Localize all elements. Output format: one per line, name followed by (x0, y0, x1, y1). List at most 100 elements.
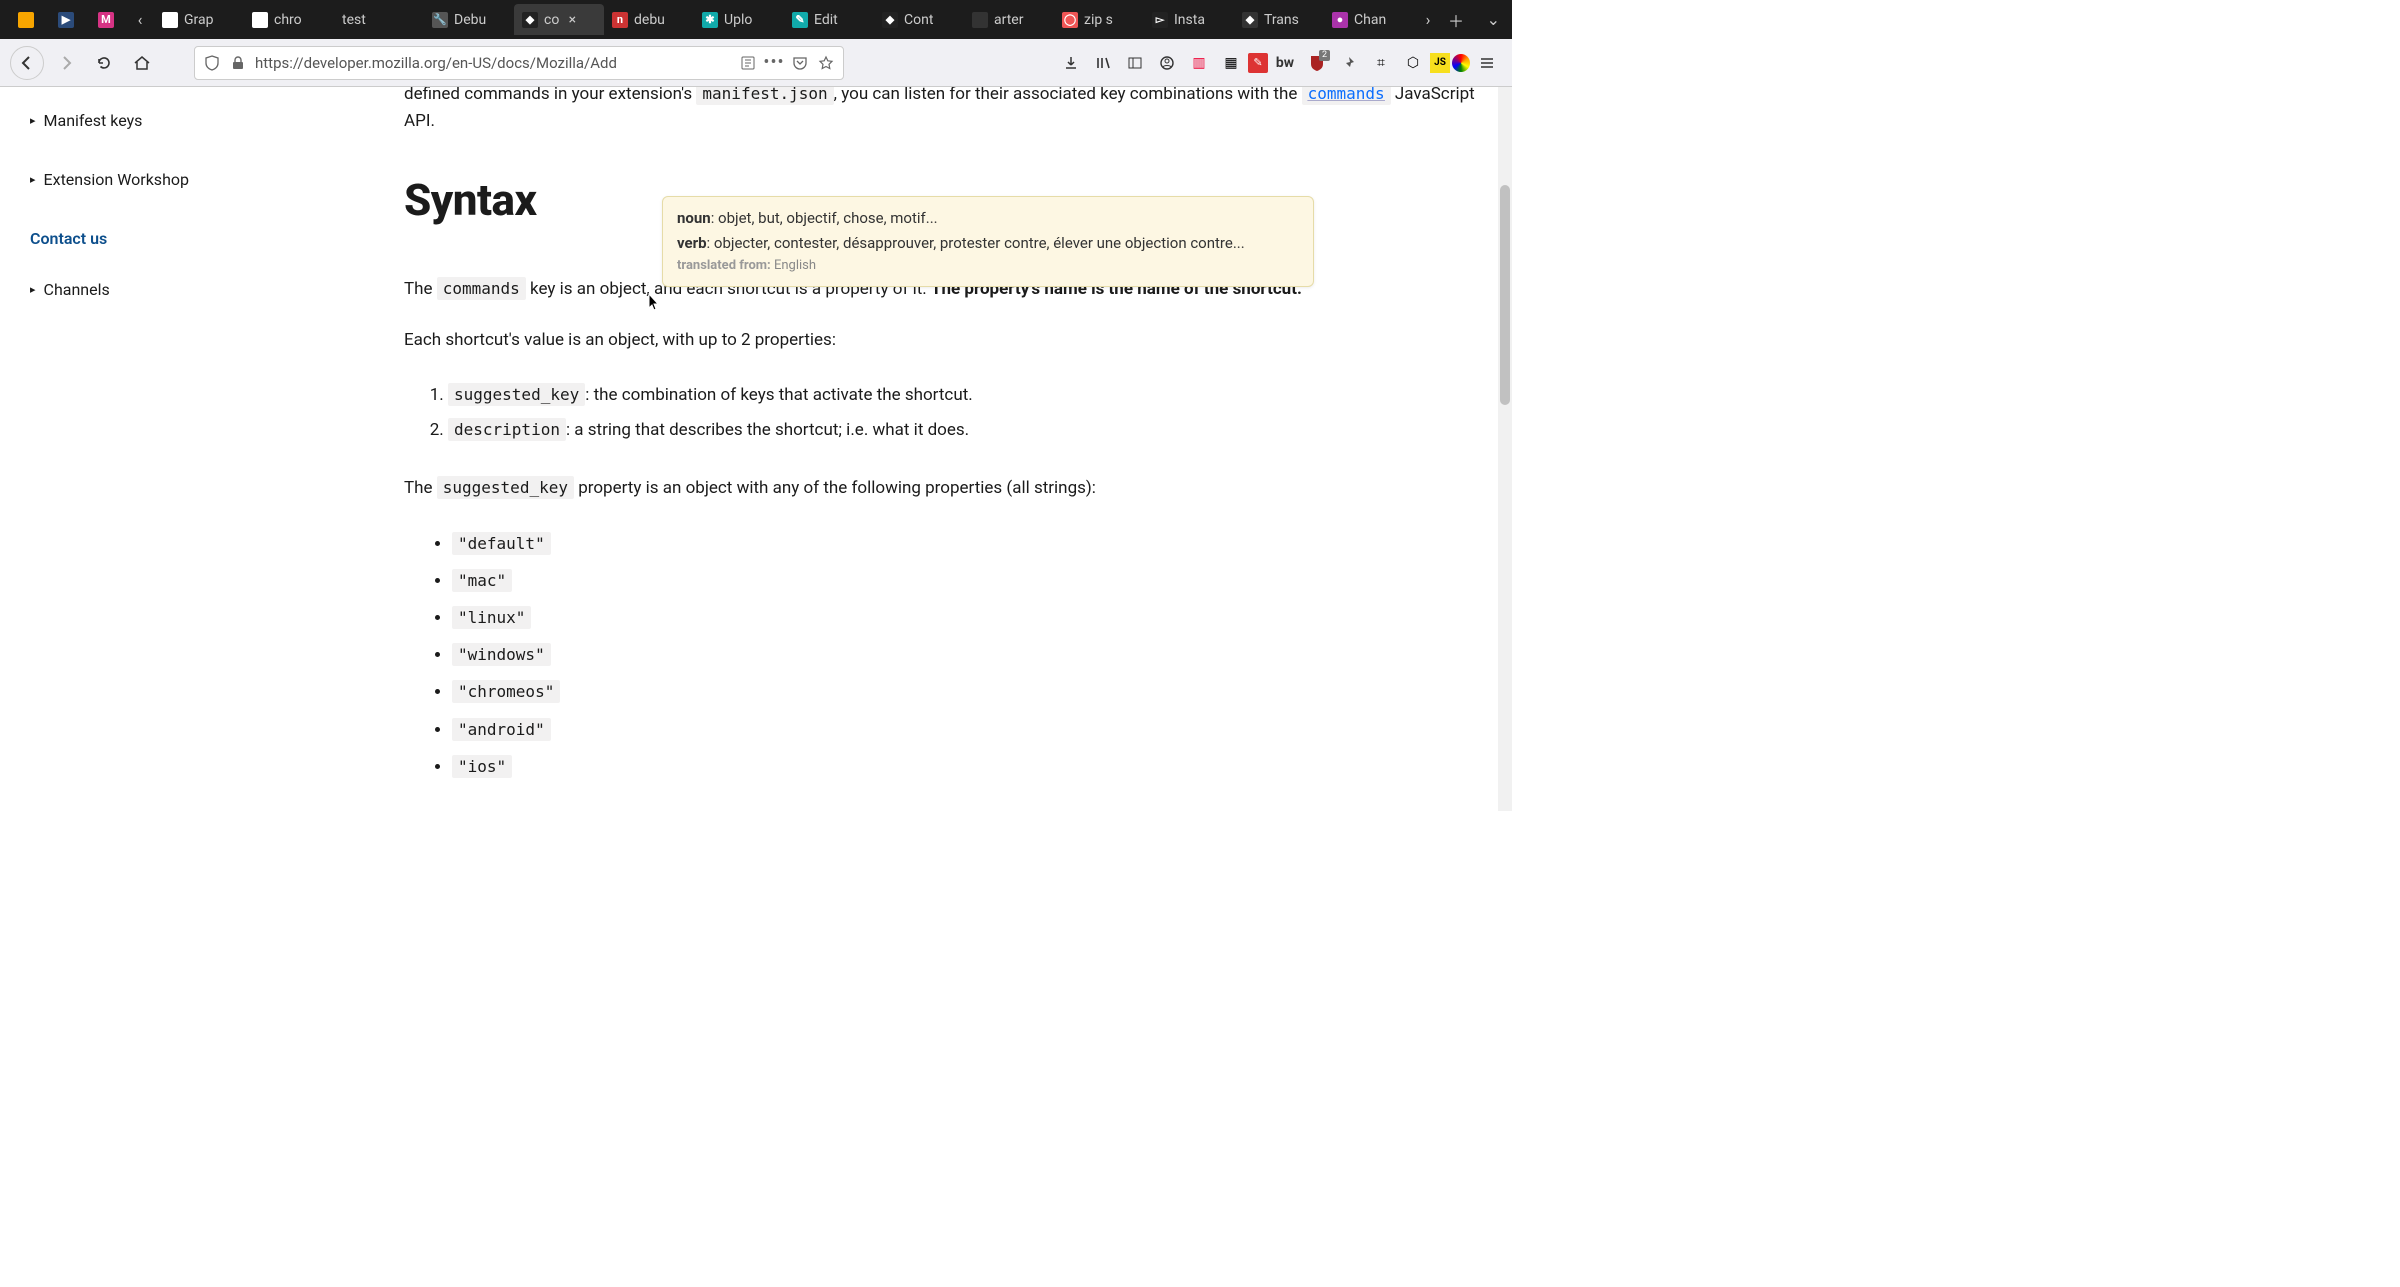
window-tab[interactable]: ndebu (604, 4, 694, 35)
chevron-right-icon: ▸ (30, 173, 36, 186)
translation-values: : objecter, contester, désapprouver, pro… (707, 234, 1245, 252)
list-item: "mac" (452, 563, 1482, 600)
code-inline: description (448, 418, 566, 441)
extension-icon-js[interactable]: JS (1430, 53, 1450, 73)
list-item: "default" (452, 526, 1482, 563)
tab-scroll-right[interactable]: › (1414, 6, 1442, 34)
scrollbar-thumb[interactable] (1500, 185, 1510, 405)
forward-button[interactable] (50, 47, 82, 79)
vertical-scrollbar[interactable] (1498, 87, 1512, 811)
mouse-cursor (648, 293, 662, 313)
reader-mode-icon[interactable] (739, 54, 757, 72)
window-tab[interactable]: ◆ Trans (1234, 4, 1324, 35)
sidebar-toggle-icon[interactable] (1120, 48, 1150, 78)
tab-label: arter (994, 12, 1023, 28)
translation-values: : objet, but, objectif, chose, motif... (711, 209, 938, 227)
back-button[interactable] (10, 46, 44, 80)
sidebar-item-label: Extension Workshop (44, 170, 189, 189)
window-tab[interactable]: ◯zip s (1054, 4, 1144, 35)
tab-label: Edit (814, 12, 838, 28)
url-text[interactable]: https://developer.mozilla.org/en-US/docs… (255, 54, 731, 72)
favicon: n (612, 12, 628, 28)
extension-icon-hex[interactable]: ⬡ (1398, 48, 1428, 78)
tab-scroll-left[interactable]: ‹ (126, 6, 154, 34)
account-icon[interactable] (1152, 48, 1182, 78)
window-tab[interactable]: 🔧Debu (424, 4, 514, 35)
extension-icon-2[interactable]: ▦ (1216, 48, 1246, 78)
sidebar-item[interactable]: ▸ Extension Workshop (30, 160, 350, 199)
page-actions-icon[interactable]: ••• (765, 54, 783, 72)
code-manifest-json: manifest.json (696, 87, 833, 105)
all-tabs-dropdown[interactable]: ⌄ (1481, 10, 1506, 29)
code-suggested-key: suggested_key (437, 476, 574, 499)
library-icon[interactable] (1088, 48, 1118, 78)
code-inline: "ios" (452, 755, 512, 778)
pinned-tab[interactable] (6, 4, 46, 35)
window-tab[interactable]: ◉chro (244, 4, 334, 35)
part-of-speech: verb (677, 234, 707, 252)
sidebar-item[interactable]: ▸Channels (30, 270, 350, 309)
code-inline: "mac" (452, 569, 512, 592)
translation-row: verb: objecter, contester, désapprouver,… (677, 232, 1299, 255)
lock-icon[interactable] (229, 54, 247, 72)
downloads-icon[interactable] (1056, 48, 1086, 78)
pocket-icon[interactable] (791, 54, 809, 72)
window-tab[interactable]: ●Chan (1324, 4, 1414, 35)
extension-icon-bw[interactable]: bw (1270, 48, 1300, 78)
code-inline: "chromeos" (452, 680, 560, 703)
translation-tooltip: noun: objet, but, objectif, chose, motif… (662, 196, 1314, 287)
code-inline: "android" (452, 718, 551, 741)
favicon: ✱ (702, 12, 718, 28)
code-inline: "windows" (452, 643, 551, 666)
new-tab-button[interactable]: ＋ (1442, 6, 1470, 34)
window-tab[interactable]: ✱Uplo (694, 4, 784, 35)
tab-label: Chan (1354, 12, 1386, 28)
extension-icon-pin[interactable] (1334, 48, 1364, 78)
pinned-tab[interactable]: ▶ (46, 4, 86, 35)
list-item: "linux" (452, 600, 1482, 637)
translation-row: noun: objet, but, objectif, chose, motif… (677, 207, 1299, 230)
sidebar-item-label: Manifest keys (44, 111, 143, 130)
list-item: description: a string that describes the… (448, 413, 1482, 448)
home-button[interactable] (126, 47, 158, 79)
favicon: 🔧 (432, 12, 448, 28)
app-menu-icon[interactable] (1472, 48, 1502, 78)
platform-keys-list: "default" "mac" "linux" "windows" "chromeos"… (452, 526, 1482, 786)
favicon: ◆ (1242, 12, 1258, 28)
tab-label: Cont (904, 12, 933, 28)
reload-button[interactable] (88, 47, 120, 79)
tab-label: Trans (1264, 12, 1299, 28)
url-bar[interactable]: https://developer.mozilla.org/en-US/docs… (194, 46, 844, 80)
list-item: "windows" (452, 637, 1482, 674)
close-icon[interactable]: × (565, 13, 579, 27)
tab-label: co (544, 12, 559, 28)
part-of-speech: noun (677, 209, 711, 227)
ublock-icon[interactable]: 2 (1302, 48, 1332, 78)
list-item: "ios" (452, 749, 1482, 786)
window-tab[interactable]: ▻Insta (1144, 4, 1234, 35)
chevron-right-icon: ▸ (30, 114, 36, 127)
window-tab[interactable]: ◆co× (514, 4, 604, 35)
partial-paragraph: defined commands in your extension's man… (404, 87, 1482, 135)
window-tab[interactable]: arter (964, 4, 1054, 35)
sidebar-link[interactable]: Contact us (30, 219, 350, 258)
sidebar-item-label: Contact us (30, 229, 107, 248)
window-tab[interactable]: ◆Cont (874, 4, 964, 35)
window-tab[interactable]: ‹Grap (154, 4, 244, 35)
extension-icon-color[interactable] (1452, 54, 1470, 72)
favicon: ✎ (792, 12, 808, 28)
extension-icon-1[interactable]: ▥ (1184, 48, 1214, 78)
extension-icon-grid[interactable]: ⌗ (1366, 48, 1396, 78)
shield-icon[interactable] (203, 54, 221, 72)
window-tab[interactable]: test (334, 4, 424, 35)
extension-icon-3[interactable]: ✎ (1248, 53, 1268, 73)
sidebar-item[interactable]: ▸ Manifest keys (30, 101, 350, 140)
tab-label: zip s (1084, 12, 1113, 28)
commands-api-link[interactable]: commands (1302, 87, 1391, 104)
pinned-tab[interactable]: M (86, 4, 126, 35)
list-item: suggested_key: the combination of keys t… (448, 378, 1482, 413)
paragraph-suggested-key: The suggested_key property is an object … (404, 475, 1482, 502)
window-tab[interactable]: ✎ Edit (784, 4, 874, 35)
browser-toolbar: https://developer.mozilla.org/en-US/docs… (0, 39, 1512, 87)
bookmark-star-icon[interactable] (817, 54, 835, 72)
